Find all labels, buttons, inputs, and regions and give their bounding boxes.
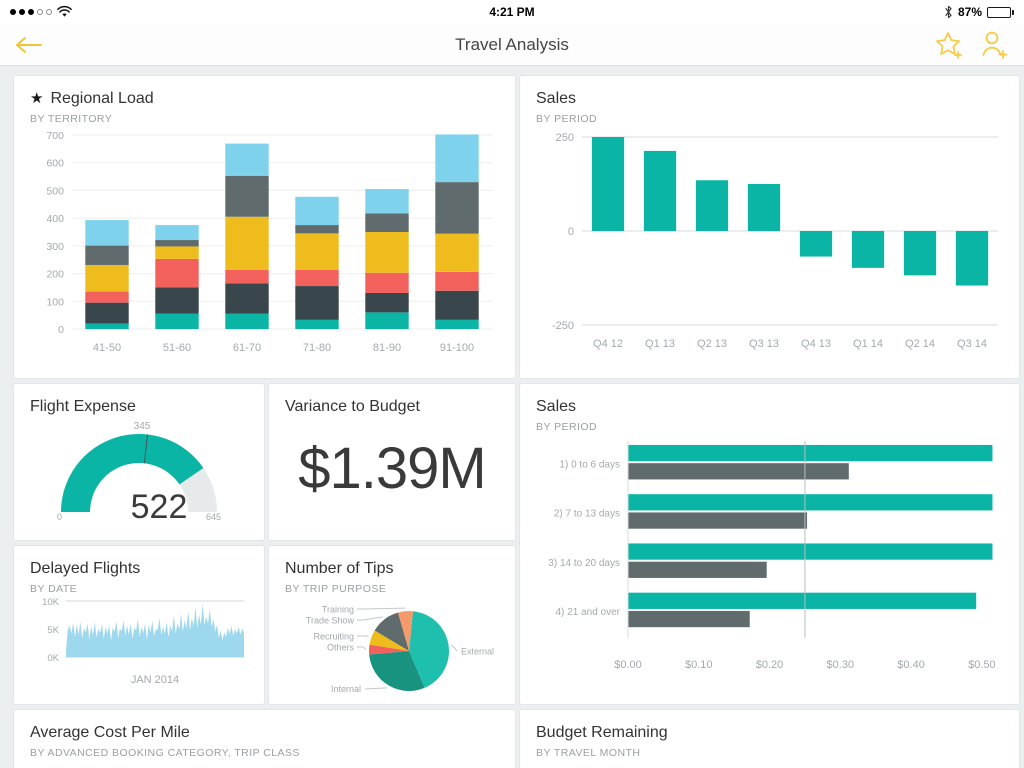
kpi-value-variance: $1.39M: [298, 435, 486, 501]
chart-number-of-tips[interactable]: Training Trade Show Recruiting Others Extern…: [285, 595, 499, 695]
svg-text:Others: Others: [327, 642, 355, 652]
card-title-variance: Variance to Budget: [285, 398, 420, 415]
card-subtitle-regional-load: BY TERRITORY: [30, 112, 113, 125]
card-subtitle-number-of-tips: BY TRIP PURPOSE: [285, 582, 387, 595]
svg-text:61-70: 61-70: [233, 342, 261, 354]
svg-text:400: 400: [46, 213, 64, 225]
svg-text:Q2 14: Q2 14: [905, 338, 935, 350]
card-subtitle-delayed-flights: BY DATE: [30, 582, 78, 595]
card-budget-remaining[interactable]: Budget Remaining BY TRAVEL MONTH: [520, 710, 1019, 768]
chart-flight-expense-gauge[interactable]: 0 645 345 522: [30, 416, 248, 528]
card-subtitle-sales-bar: BY PERIOD: [536, 420, 598, 433]
svg-text:700: 700: [46, 130, 64, 142]
svg-text:250: 250: [556, 132, 574, 144]
svg-text:Q4 12: Q4 12: [593, 338, 623, 350]
card-title-number-of-tips: Number of Tips: [285, 560, 394, 577]
svg-text:1) 0 to 6 days: 1) 0 to 6 days: [559, 459, 620, 470]
svg-text:$0.30: $0.30: [827, 659, 855, 671]
svg-text:5K: 5K: [47, 625, 59, 636]
svg-text:300: 300: [46, 240, 64, 252]
svg-text:500: 500: [46, 185, 64, 197]
page-title: Travel Analysis: [455, 34, 569, 54]
svg-text:External: External: [461, 646, 494, 656]
svg-text:0: 0: [568, 226, 574, 238]
chart-sales-column[interactable]: -250 0 250 Q4 12 Q1 13 Q2 13 Q3 13 Q4 13 Q1 14 Q2…: [536, 125, 1003, 365]
card-title-budget-remaining: Budget Remaining: [536, 724, 668, 741]
card-title-avg-cost: Average Cost Per Mile: [30, 724, 190, 741]
dashboard-grid: ★ Regional Load BY TERRITORY 0 100 200 300 4…: [0, 66, 1024, 768]
svg-text:-250: -250: [552, 320, 574, 332]
svg-text:200: 200: [46, 268, 64, 280]
svg-text:41-50: 41-50: [93, 342, 121, 354]
status-clock: 4:21 PM: [489, 5, 535, 19]
star-icon: ★: [30, 90, 44, 108]
chart-delayed-flights[interactable]: 0K 5K 10K JAN 2014: [30, 595, 248, 695]
svg-text:522: 522: [131, 488, 188, 526]
svg-text:3) 14 to 20 days: 3) 14 to 20 days: [548, 557, 620, 568]
svg-text:Q3 13: Q3 13: [749, 338, 779, 350]
svg-text:645: 645: [206, 512, 221, 522]
svg-text:Recruiting: Recruiting: [313, 631, 354, 641]
svg-text:$0.40: $0.40: [897, 659, 925, 671]
svg-text:10K: 10K: [42, 597, 60, 608]
svg-text:Q2 13: Q2 13: [697, 338, 727, 350]
card-number-of-tips[interactable]: Number of Tips BY TRIP PURPOSE Training T…: [269, 546, 515, 704]
svg-text:Q1 13: Q1 13: [645, 338, 675, 350]
svg-text:Q1 14: Q1 14: [853, 338, 883, 350]
card-sales-by-period-bar[interactable]: Sales BY PERIOD 1) 0 to 6 days 2) 7 to 13…: [520, 384, 1019, 704]
card-subtitle-sales-column: BY PERIOD: [536, 112, 598, 125]
svg-text:91-100: 91-100: [440, 342, 474, 354]
svg-text:0: 0: [58, 324, 64, 336]
card-subtitle-avg-cost: BY ADVANCED BOOKING CATEGORY, TRIP CLASS: [30, 746, 300, 759]
svg-text:0K: 0K: [47, 653, 59, 664]
favorite-button[interactable]: [934, 29, 966, 61]
svg-text:4) 21 and over: 4) 21 and over: [556, 607, 621, 618]
svg-text:$0.20: $0.20: [756, 659, 784, 671]
svg-text:JAN 2014: JAN 2014: [131, 674, 179, 686]
card-regional-load[interactable]: ★ Regional Load BY TERRITORY 0 100 200 300 4…: [14, 76, 515, 378]
svg-text:Q3 14: Q3 14: [957, 338, 987, 350]
svg-text:81-90: 81-90: [373, 342, 401, 354]
svg-text:2) 7 to 13 days: 2) 7 to 13 days: [554, 508, 620, 519]
add-person-icon: [982, 31, 1008, 59]
svg-text:0: 0: [57, 512, 62, 522]
svg-text:Q4 13: Q4 13: [801, 338, 831, 350]
card-title-delayed-flights: Delayed Flights: [30, 560, 141, 577]
navbar-actions: [934, 29, 1010, 61]
svg-text:$0.00: $0.00: [614, 659, 642, 671]
svg-text:Internal: Internal: [331, 684, 361, 694]
svg-text:$0.50: $0.50: [968, 659, 996, 671]
star-plus-icon: [936, 31, 962, 59]
card-title-flight-expense: Flight Expense: [30, 398, 136, 415]
svg-text:51-60: 51-60: [163, 342, 191, 354]
navigation-bar: Travel Analysis: [0, 24, 1024, 66]
svg-text:Trade Show: Trade Show: [306, 615, 355, 625]
svg-text:100: 100: [46, 296, 64, 308]
card-delayed-flights[interactable]: Delayed Flights BY DATE 0K 5K 10K JAN 2014: [14, 546, 264, 704]
status-bar: 4:21 PM 87%: [0, 0, 1024, 24]
add-user-button[interactable]: [978, 29, 1010, 61]
svg-text:345: 345: [134, 421, 151, 432]
svg-text:Training: Training: [322, 604, 354, 614]
card-title-sales-column: Sales: [536, 90, 577, 107]
card-variance-to-budget[interactable]: Variance to Budget $1.39M: [269, 384, 515, 540]
svg-text:71-80: 71-80: [303, 342, 331, 354]
card-title-sales-bar: Sales: [536, 398, 577, 415]
chart-regional-load[interactable]: 0 100 200 300 400 500 600 700 41-50 51-60 61-70 71-…: [30, 125, 499, 365]
svg-text:600: 600: [46, 157, 64, 169]
card-sales-by-period-column[interactable]: Sales BY PERIOD -250 0 250 Q4 12 Q1 13 Q2 13 Q…: [520, 76, 1019, 378]
card-flight-expense[interactable]: Flight Expense 0 645 345 522: [14, 384, 264, 540]
card-title-regional-load: ★ Regional Load: [30, 90, 154, 108]
card-average-cost-per-mile[interactable]: Average Cost Per Mile BY ADVANCED BOOKIN…: [14, 710, 515, 768]
chart-sales-bar[interactable]: 1) 0 to 6 days 2) 7 to 13 days 3) 14 to 20…: [536, 433, 1003, 688]
card-subtitle-budget-remaining: BY TRAVEL MONTH: [536, 746, 641, 759]
svg-text:$0.10: $0.10: [685, 659, 713, 671]
